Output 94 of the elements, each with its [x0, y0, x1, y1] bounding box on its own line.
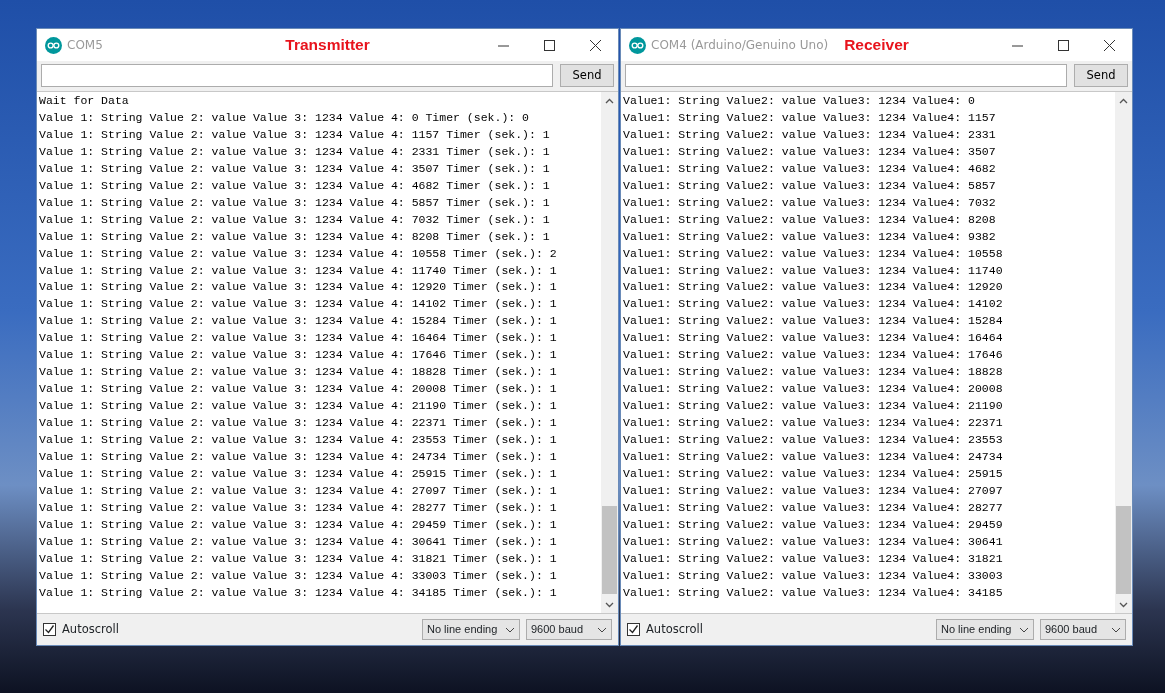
- message-input-field[interactable]: [41, 64, 553, 87]
- scroll-up-icon[interactable]: [605, 97, 614, 104]
- scrollbar-thumb[interactable]: [1116, 506, 1131, 594]
- output-line: Value 1: String Value 2: value Value 3: 1234 Value 4: 28277 Timer (sek.): 1: [39, 499, 557, 516]
- scroll-up-icon[interactable]: [1119, 97, 1128, 104]
- output-line: Value1: String Value2: value Value3: 1234 Value4: 15284: [623, 313, 1003, 330]
- output-line: Value 1: String Value 2: value Value 3: 1234 Value 4: 24734 Timer (sek.): 1: [39, 449, 557, 465]
- output-line: Value1: String Value2: value Value3: 1234 Value4: 20008: [623, 381, 1003, 398]
- output-line: Value1: String Value2: value Value3: 1234 Value4: 11740: [623, 262, 1003, 279]
- output-line: Value 1: String Value 2: value Value 3: 1234 Value 4: 12920 Timer (sek.): 1: [39, 279, 557, 296]
- output-line: Value 1: String Value 2: value Value 3: 1234 Value 4: 2331 Timer (sek.): 1: [39, 143, 550, 160]
- maximize-icon: [1057, 39, 1069, 51]
- output-line: Value1: String Value2: value Value3: 1234 Value4: 4682: [623, 160, 996, 177]
- output-line: Value1: String Value2: value Value3: 1234 Value4: 3507: [623, 143, 996, 160]
- output-line: Value1: String Value2: value Value3: 1234 Value4: 29459: [623, 516, 1003, 533]
- output-line: Value1: String Value2: value Value3: 1234 Value4: 31821: [623, 550, 1003, 567]
- output-line: Value 1: String Value 2: value Value 3: 1234 Value 4: 29459 Timer (sek.): 1: [39, 516, 557, 533]
- window-caption: Transmitter: [285, 35, 370, 56]
- output-line: Value 1: String Value 2: value Value 3: 1234 Value 4: 17646 Timer (sek.): 1: [39, 347, 557, 364]
- output-line: Value 1: String Value 2: value Value 3: 1234 Value 4: 22371 Timer (sek.): 1: [39, 415, 557, 432]
- caret-icon: [505, 626, 515, 633]
- app-logo-icon: [45, 36, 62, 54]
- autoscroll-checkbox[interactable]: [43, 623, 56, 636]
- autoscroll-label: Autoscroll: [62, 620, 119, 638]
- line-ending-dropdown[interactable]: No line ending: [936, 619, 1034, 640]
- scrollbar[interactable]: [601, 92, 618, 613]
- output-line: Value 1: String Value 2: value Value 3: 1234 Value 4: 7032 Timer (sek.): 1: [39, 211, 550, 228]
- output-line: Value 1: String Value 2: value Value 3: 1234 Value 4: 20008 Timer (sek.): 1: [39, 381, 557, 398]
- output-line: Value1: String Value2: value Value3: 1234 Value4: 0: [623, 93, 975, 109]
- output-line: Value1: String Value2: value Value3: 1234 Value4: 10558: [623, 245, 1003, 262]
- window-title: COM5: [67, 37, 103, 54]
- caret-icon: [1019, 626, 1029, 633]
- output-line: Value1: String Value2: value Value3: 1234 Value4: 30641: [623, 533, 1003, 550]
- message-input-field[interactable]: [625, 64, 1067, 87]
- output-line: Value1: String Value2: value Value3: 1234 Value4: 21190: [623, 398, 1003, 415]
- output-line: Value 1: String Value 2: value Value 3: 1234 Value 4: 16464 Timer (sek.): 1: [39, 330, 557, 347]
- output-line: Value 1: String Value 2: value Value 3: 1234 Value 4: 27097 Timer (sek.): 1: [39, 482, 557, 499]
- output-line: Value1: String Value2: value Value3: 1234 Value4: 23553: [623, 432, 1003, 449]
- output-line: Value1: String Value2: value Value3: 1234 Value4: 5857: [623, 177, 996, 194]
- output-line: Value 1: String Value 2: value Value 3: 1234 Value 4: 4682 Timer (sek.): 1: [39, 177, 550, 194]
- output-line: Value1: String Value2: value Value3: 1234 Value4: 18828: [623, 364, 1003, 381]
- output-line: Value 1: String Value 2: value Value 3: 1234 Value 4: 15284 Timer (sek.): 1: [39, 313, 557, 330]
- output-line: Value 1: String Value 2: value Value 3: 1234 Value 4: 8208 Timer (sek.): 1: [39, 228, 550, 245]
- scrollbar[interactable]: [1115, 92, 1132, 613]
- output-line: Value1: String Value2: value Value3: 1234 Value4: 1157: [623, 109, 996, 126]
- scroll-down-icon[interactable]: [1119, 601, 1128, 608]
- output-line: Value 1: String Value 2: value Value 3: 1234 Value 4: 23553 Timer (sek.): 1: [39, 432, 557, 449]
- output-line: Value1: String Value2: value Value3: 1234 Value4: 7032: [623, 194, 996, 211]
- autoscroll-label: Autoscroll: [646, 620, 703, 638]
- output-line: Value 1: String Value 2: value Value 3: 1234 Value 4: 11740 Timer (sek.): 1: [39, 262, 557, 279]
- baud-rate-dropdown[interactable]: 9600 baud: [526, 619, 612, 640]
- output-line: Value1: String Value2: value Value3: 1234 Value4: 12920: [623, 279, 1003, 296]
- scroll-down-icon[interactable]: [605, 601, 614, 608]
- app-logo-icon: [629, 36, 646, 54]
- output-line: Value1: String Value2: value Value3: 1234 Value4: 27097: [623, 482, 1003, 499]
- output-line: Value 1: String Value 2: value Value 3: 1234 Value 4: 31821 Timer (sek.): 1: [39, 550, 557, 567]
- close-icon: [1103, 39, 1115, 51]
- output-line: Value 1: String Value 2: value Value 3: 1234 Value 4: 18828 Timer (sek.): 1: [39, 364, 557, 381]
- output-line: Value 1: String Value 2: value Value 3: 1234 Value 4: 14102 Timer (sek.): 1: [39, 296, 557, 313]
- output-line: Value1: String Value2: value Value3: 1234 Value4: 8208: [623, 211, 996, 228]
- output-line: Value 1: String Value 2: value Value 3: 1234 Value 4: 30641 Timer (sek.): 1: [39, 533, 557, 550]
- caret-icon: [597, 626, 607, 633]
- output-line: Value1: String Value2: value Value3: 1234 Value4: 25915: [623, 465, 1003, 482]
- scrollbar-thumb[interactable]: [602, 506, 617, 594]
- output-line: Value 1: String Value 2: value Value 3: 1234 Value 4: 21190 Timer (sek.): 1: [39, 398, 557, 415]
- close-icon: [589, 39, 601, 51]
- window-caption: Receiver: [844, 35, 909, 56]
- output-line: Value1: String Value2: value Value3: 1234 Value4: 16464: [623, 330, 1003, 347]
- output-line: Value1: String Value2: value Value3: 1234 Value4: 24734: [623, 449, 1003, 465]
- output-line: Value1: String Value2: value Value3: 1234 Value4: 34185: [623, 584, 1003, 601]
- output-line: Value 1: String Value 2: value Value 3: 1234 Value 4: 1157 Timer (sek.): 1: [39, 126, 550, 143]
- send-button[interactable]: Send: [560, 64, 614, 87]
- output-line: Value1: String Value2: value Value3: 1234 Value4: 33003: [623, 567, 1003, 584]
- autoscroll-checkbox[interactable]: [627, 623, 640, 636]
- output-line: Value 1: String Value 2: value Value 3: 1234 Value 4: 3507 Timer (sek.): 1: [39, 160, 550, 177]
- output-line: Value1: String Value2: value Value3: 1234 Value4: 22371: [623, 415, 1003, 432]
- output-line: Value 1: String Value 2: value Value 3: 1234 Value 4: 0 Timer (sek.): 0: [39, 109, 529, 126]
- window-title: COM4 (Arduino/Genuino Uno): [651, 37, 829, 54]
- caret-icon: [1111, 626, 1121, 633]
- output-line: Value 1: String Value 2: value Value 3: 1234 Value 4: 33003 Timer (sek.): 1: [39, 567, 557, 584]
- output-line: Value1: String Value2: value Value3: 1234 Value4: 9382: [623, 228, 996, 245]
- output-line: Value 1: String Value 2: value Value 3: 1234 Value 4: 10558 Timer (sek.): 2: [39, 245, 557, 262]
- output-line: Value 1: String Value 2: value Value 3: 1234 Value 4: 25915 Timer (sek.): 1: [39, 465, 557, 482]
- maximize-icon: [543, 39, 555, 51]
- output-line: Value1: String Value2: value Value3: 1234 Value4: 2331: [623, 126, 996, 143]
- output-line: Value 1: String Value 2: value Value 3: 1234 Value 4: 34185 Timer (sek.): 1: [39, 584, 557, 601]
- send-button[interactable]: Send: [1074, 64, 1128, 87]
- output-line: Value1: String Value2: value Value3: 1234 Value4: 17646: [623, 347, 1003, 364]
- output-line: Value1: String Value2: value Value3: 1234 Value4: 14102: [623, 296, 1003, 313]
- output-line: Wait for Data: [39, 93, 129, 109]
- output-line: Value 1: String Value 2: value Value 3: 1234 Value 4: 5857 Timer (sek.): 1: [39, 194, 550, 211]
- baud-rate-dropdown[interactable]: 9600 baud: [1040, 619, 1126, 640]
- line-ending-dropdown[interactable]: No line ending: [422, 619, 520, 640]
- output-line: Value1: String Value2: value Value3: 1234 Value4: 28277: [623, 499, 1003, 516]
